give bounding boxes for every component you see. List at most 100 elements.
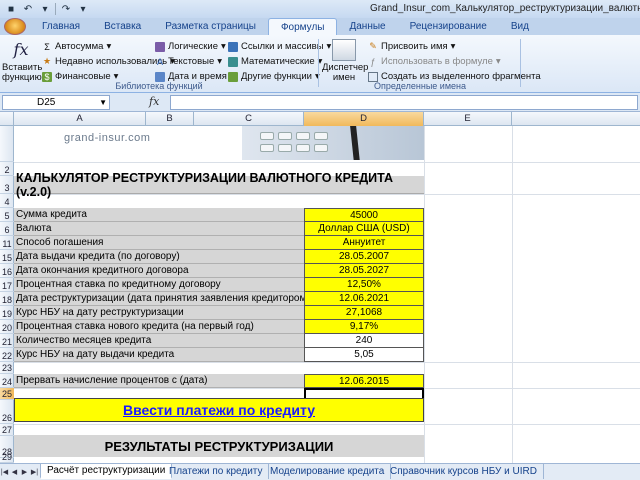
- undo-dropdown-icon[interactable]: ▾: [38, 2, 52, 16]
- sheet-tab-payments[interactable]: Платежи по кредиту: [163, 464, 270, 479]
- lookup-button[interactable]: Ссылки и массивы ▾: [228, 40, 331, 53]
- use-in-formula-button[interactable]: ƒ Использовать в формуле ▾: [368, 55, 501, 68]
- row-header[interactable]: 5: [0, 208, 14, 222]
- chevron-down-icon: ▾: [106, 41, 112, 52]
- row-header[interactable]: 15: [0, 250, 14, 264]
- field-value[interactable]: Доллар США (USD): [304, 222, 424, 236]
- logo-text: grand-insur.com: [64, 132, 151, 144]
- field-value[interactable]: 9,17%: [304, 320, 424, 334]
- column-header-a[interactable]: A: [14, 112, 146, 126]
- pen-image: [349, 126, 361, 160]
- row-header[interactable]: 23: [0, 362, 14, 374]
- row-header[interactable]: 19: [0, 306, 14, 320]
- assign-name-button[interactable]: ✎ Присвоить имя ▾: [368, 40, 455, 53]
- gridline: [424, 126, 425, 463]
- tab-insert[interactable]: Вставка: [92, 18, 153, 35]
- star-icon: ★: [42, 56, 52, 66]
- row-header[interactable]: 16: [0, 264, 14, 278]
- autosum-button[interactable]: Σ Автосумма ▾: [42, 40, 111, 53]
- row-header[interactable]: 2: [0, 162, 14, 176]
- field-value[interactable]: 12.06.2021: [304, 292, 424, 306]
- calculator-key: [296, 132, 310, 140]
- first-sheet-icon[interactable]: |◀: [0, 466, 9, 478]
- redo-icon[interactable]: ↷: [59, 2, 73, 16]
- gridline: [14, 362, 640, 363]
- tab-view[interactable]: Вид: [499, 18, 541, 35]
- worksheet-grid[interactable]: grand-insur.com КАЛЬКУЛЯТОР РЕСТРУКТУРИЗ…: [14, 126, 640, 463]
- row-header[interactable]: 26: [0, 400, 14, 424]
- calculator-key: [314, 132, 328, 140]
- text-functions-button[interactable]: A Текстовые ▾: [155, 55, 222, 68]
- row-header[interactable]: 22: [0, 348, 14, 362]
- gridline: [14, 424, 640, 425]
- group-separator: [520, 39, 521, 87]
- tab-data[interactable]: Данные: [337, 18, 397, 35]
- sheet-tab-rates[interactable]: Справочник курсов НБУ и UIRD: [384, 464, 544, 479]
- office-button[interactable]: [4, 18, 26, 35]
- row-header[interactable]: 6: [0, 222, 14, 236]
- column-header-d[interactable]: D: [304, 112, 424, 126]
- row-header[interactable]: 17: [0, 278, 14, 292]
- tab-review[interactable]: Рецензирование: [398, 18, 499, 35]
- customize-qat-icon[interactable]: ▾: [76, 2, 90, 16]
- chevron-down-icon: ▾: [495, 56, 501, 67]
- sheet-tab-calculation[interactable]: Расчёт реструктуризации: [40, 464, 173, 479]
- math-button[interactable]: Математические ▾: [228, 55, 322, 68]
- prev-sheet-icon[interactable]: ◀: [10, 466, 19, 478]
- field-value[interactable]: Аннуитет: [304, 236, 424, 250]
- tag-icon: ✎: [369, 41, 377, 51]
- column-headers: A B C D E: [0, 112, 640, 126]
- row-header[interactable]: 27: [0, 424, 14, 436]
- formula-icon: ƒ: [370, 56, 376, 67]
- calculator-title: КАЛЬКУЛЯТОР РЕСТРУКТУРИЗАЦИИ ВАЛЮТНОГО К…: [14, 171, 424, 199]
- row-header[interactable]: [0, 126, 14, 162]
- chevron-down-icon: ▾: [217, 56, 223, 67]
- row-header[interactable]: 20: [0, 320, 14, 334]
- field-value[interactable]: 12,50%: [304, 278, 424, 292]
- field-value[interactable]: 28.05.2007: [304, 250, 424, 264]
- sheet-tab-modeling[interactable]: Моделирование кредита: [264, 464, 392, 479]
- name-box[interactable]: D25 ▼: [2, 95, 110, 110]
- field-value[interactable]: 28.05.2027: [304, 264, 424, 278]
- logical-button[interactable]: Логические ▾: [155, 40, 226, 53]
- insert-function-button[interactable]: fx Вставить функцию: [2, 39, 42, 83]
- save-icon[interactable]: ■: [4, 2, 18, 16]
- field-value[interactable]: 45000: [304, 208, 424, 222]
- column-header-b[interactable]: B: [146, 112, 194, 126]
- row-header[interactable]: 24: [0, 374, 14, 388]
- tab-home[interactable]: Главная: [30, 18, 92, 35]
- field-label: Количество месяцев кредита: [14, 334, 304, 348]
- name-manager-button[interactable]: Диспетчер имен: [322, 39, 368, 83]
- next-sheet-icon[interactable]: ▶: [20, 466, 29, 478]
- field-value[interactable]: 27,1068: [304, 306, 424, 320]
- fx-icon[interactable]: fx: [149, 95, 159, 108]
- calculator-key: [314, 144, 328, 152]
- field-value: 5,05: [304, 348, 424, 362]
- row-header[interactable]: 11: [0, 236, 14, 250]
- quick-access-toolbar: ■ ↶ ▾ ↷ ▾: [0, 0, 90, 18]
- column-header-c[interactable]: C: [194, 112, 304, 126]
- tab-formulas[interactable]: Формулы: [267, 18, 338, 35]
- last-sheet-icon[interactable]: ▶|: [30, 466, 39, 478]
- row-header[interactable]: 25: [0, 388, 14, 400]
- row-header[interactable]: 18: [0, 292, 14, 306]
- row-header[interactable]: 3: [0, 176, 14, 194]
- column-header-e[interactable]: E: [424, 112, 512, 126]
- row-header[interactable]: 21: [0, 334, 14, 348]
- field-label: Курс НБУ на дату выдачи кредита: [14, 348, 304, 362]
- formula-input[interactable]: [170, 95, 638, 110]
- book-icon: [228, 41, 238, 52]
- calculator-key: [260, 132, 274, 140]
- row-header[interactable]: 4: [0, 194, 14, 208]
- chevron-down-icon[interactable]: ▼: [99, 96, 107, 109]
- select-all-corner[interactable]: [0, 112, 14, 126]
- title-bar: ■ ↶ ▾ ↷ ▾ Grand_Insur_com_Калькулятор_ре…: [0, 0, 640, 18]
- field-label: Процентная ставка по кредитному договору: [14, 278, 304, 292]
- undo-icon[interactable]: ↶: [21, 2, 35, 16]
- calculator-key: [278, 132, 292, 140]
- interrupt-label: Прервать начисление процентов с (дата): [14, 374, 304, 388]
- payments-link[interactable]: Ввести платежи по кредиту: [123, 402, 315, 418]
- interrupt-value[interactable]: 12.06.2015: [304, 374, 424, 388]
- tab-page-layout[interactable]: Разметка страницы: [153, 18, 268, 35]
- function-library-label: Библиотека функций: [115, 81, 203, 91]
